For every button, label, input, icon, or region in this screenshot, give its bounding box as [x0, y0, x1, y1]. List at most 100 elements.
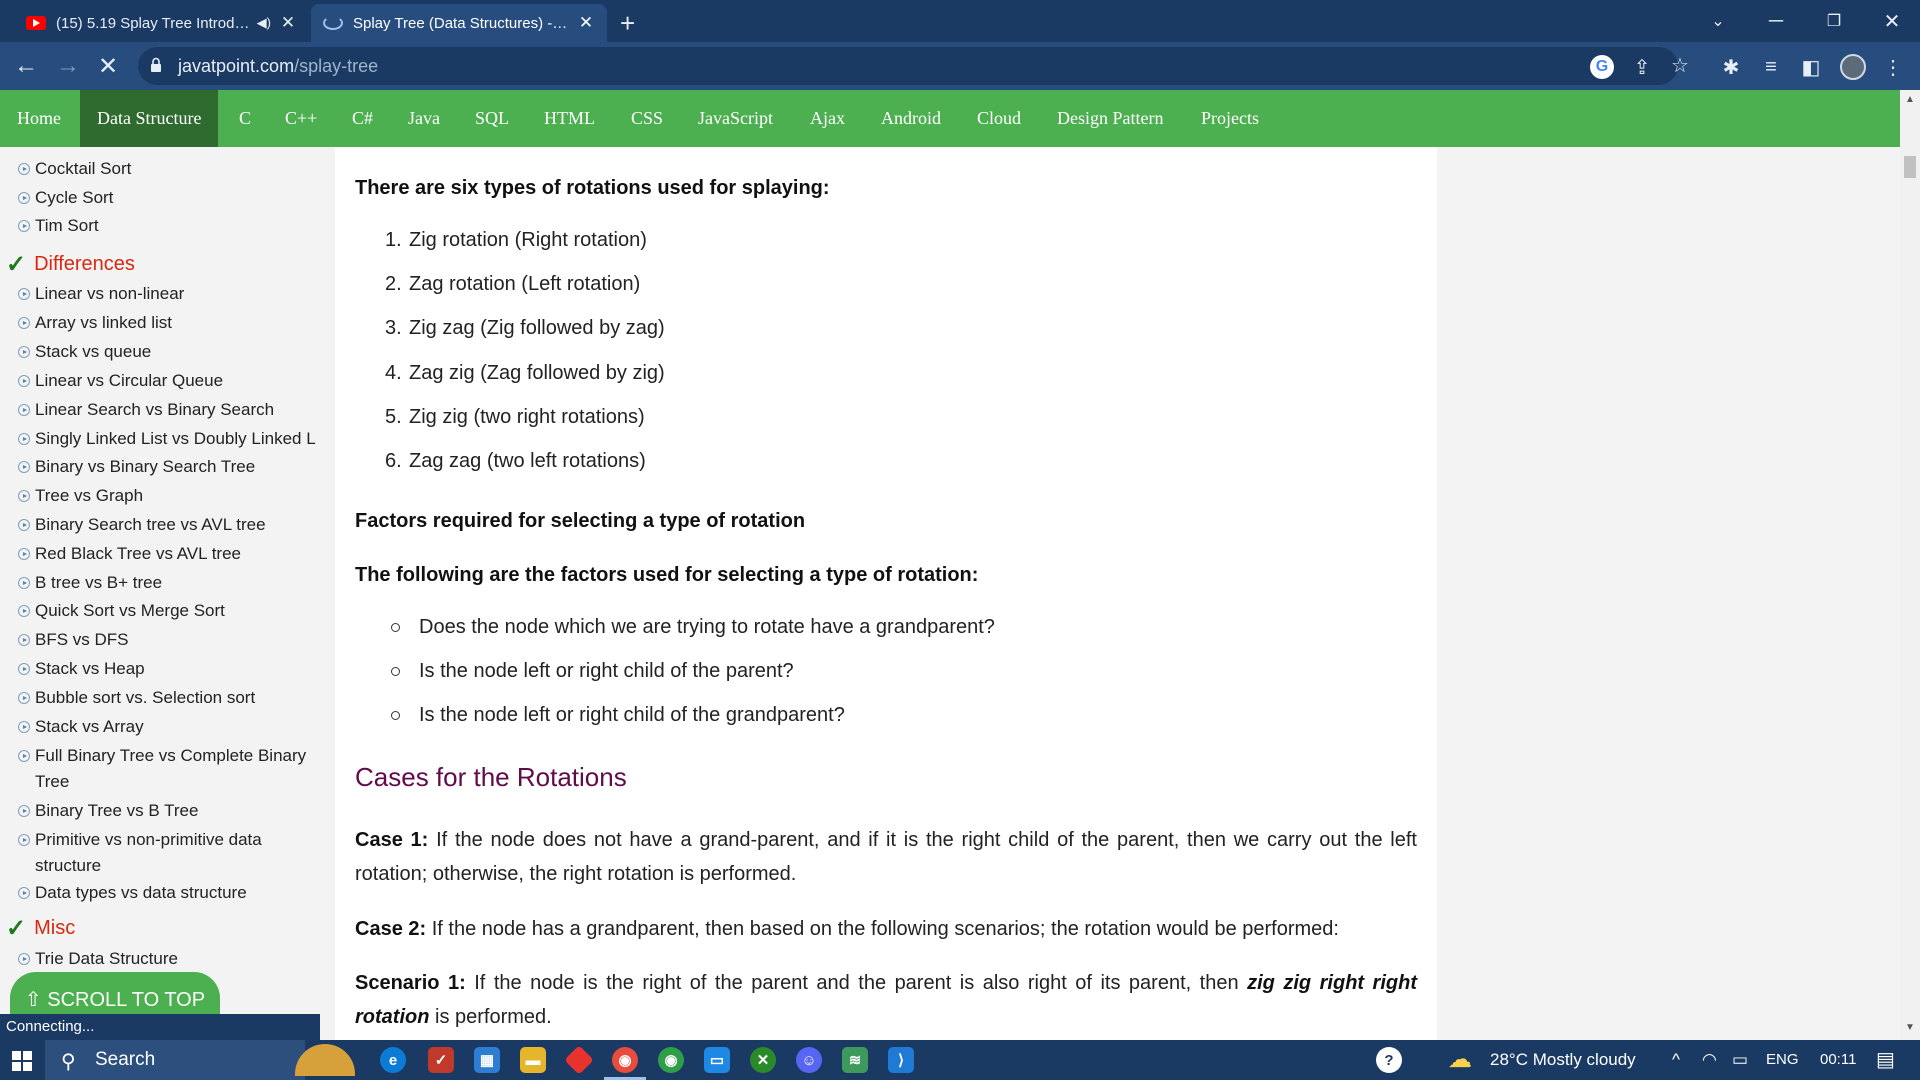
vscode-icon[interactable]: ⟩ — [888, 1047, 914, 1073]
taskbar-search-box[interactable]: ⚲ Search — [45, 1040, 355, 1080]
scroll-down-icon[interactable]: ▼ — [1905, 1022, 1915, 1033]
nav-java[interactable]: Java — [391, 90, 457, 147]
arrow-circle-icon — [18, 519, 30, 531]
tab-javatpoint[interactable]: Splay Tree (Data Structures) - javatpoin… — [311, 4, 607, 42]
bookmark-star-icon[interactable]: ☆ — [1668, 53, 1692, 77]
sidebar-link[interactable]: Linear vs non-linear — [18, 281, 335, 307]
sidebar-link[interactable]: Tree vs Graph — [18, 483, 335, 509]
close-tab-icon[interactable]: ✕ — [279, 13, 297, 33]
tab-youtube[interactable]: (15) 5.19 Splay Tree Introducti ◀) ✕ — [14, 4, 309, 42]
sidebar-link[interactable]: Red Black Tree vs AVL tree — [18, 541, 335, 567]
sidebar-link[interactable]: Data types vs data structure — [18, 880, 335, 906]
wifi-icon[interactable]: ◠ — [1702, 1040, 1717, 1080]
nav-css[interactable]: CSS — [614, 90, 680, 147]
sidebar-link[interactable]: Full Binary Tree vs Complete Binary Tree — [18, 743, 335, 795]
sidebar-link[interactable]: B tree vs B+ tree — [18, 570, 335, 596]
sidebar-link[interactable]: Binary Tree vs B Tree — [18, 798, 335, 824]
nav-android[interactable]: Android — [864, 90, 958, 147]
stop-loading-icon[interactable]: ✕ — [90, 48, 126, 84]
extensions-icon[interactable]: ✱ — [1718, 54, 1744, 80]
sidebar-link[interactable]: Binary Search tree vs AVL tree — [18, 512, 335, 538]
sidebar-link[interactable]: Binary vs Binary Search Tree — [18, 454, 335, 480]
app-icon-red[interactable]: ✓ — [428, 1047, 454, 1073]
rotation-list-item: 4. Zag zig (Zag followed by zig) — [385, 362, 665, 384]
sidebar-link[interactable]: Singly Linked List vs Doubly Linked L — [18, 426, 335, 452]
tray-overflow-icon[interactable]: ^ — [1672, 1040, 1680, 1080]
speaker-icon[interactable]: ◀) — [257, 15, 271, 31]
arrow-circle-icon — [18, 317, 30, 329]
sidebar-link[interactable]: Trie Data Structure — [18, 946, 335, 972]
clock[interactable]: 00:11 — [1820, 1040, 1856, 1080]
new-tab-button[interactable]: + — [620, 8, 635, 39]
sidebar-link[interactable]: Cycle Sort — [18, 185, 335, 211]
nav-design-pattern[interactable]: Design Pattern — [1040, 90, 1180, 147]
git-icon[interactable] — [564, 1045, 594, 1075]
checkmark-icon: ✓ — [6, 915, 27, 942]
restore-button[interactable]: ❐ — [1806, 0, 1862, 42]
weather-icon[interactable]: ☁ — [1448, 1040, 1472, 1080]
stack-app-icon[interactable]: ≋ — [842, 1047, 868, 1073]
nav-cloud[interactable]: Cloud — [960, 90, 1038, 147]
sidebar-link[interactable]: Array vs linked list — [18, 310, 335, 336]
language-indicator[interactable]: ENG — [1766, 1040, 1799, 1080]
article-content: There are six types of rotations used fo… — [335, 147, 1437, 1040]
nav-cpp[interactable]: C++ — [268, 90, 334, 147]
back-icon[interactable]: ← — [8, 48, 44, 84]
chrome-icon[interactable]: ◉ — [604, 1047, 646, 1080]
forward-icon[interactable]: → — [50, 48, 86, 84]
close-tab-icon[interactable]: ✕ — [577, 13, 595, 33]
sidebar-link[interactable]: Stack vs Array — [18, 714, 335, 740]
scrollbar-thumb[interactable] — [1904, 156, 1916, 178]
sidebar-link[interactable]: Cocktail Sort — [18, 156, 335, 182]
sidebar-link[interactable]: Bubble sort vs. Selection sort — [18, 685, 335, 711]
store-icon[interactable]: ▦ — [474, 1047, 500, 1073]
sidebar-link[interactable]: Primitive vs non-primitive data structur… — [18, 827, 335, 879]
sidebar-link[interactable]: Tim Sort — [18, 213, 335, 239]
nav-sql[interactable]: SQL — [458, 90, 526, 147]
arrow-circle-icon — [18, 163, 30, 175]
close-window-button[interactable]: ✕ — [1864, 0, 1920, 42]
menu-kebab-icon[interactable]: ⋮ — [1880, 54, 1906, 80]
tab-title: (15) 5.19 Splay Tree Introducti — [56, 14, 253, 32]
sidebar-link[interactable]: Stack vs queue — [18, 339, 335, 365]
notification-icon[interactable]: ▤ — [1876, 1040, 1895, 1080]
url-text[interactable]: javatpoint.com/splay-tree — [178, 56, 378, 77]
sidebar-link[interactable]: Linear Search vs Binary Search — [18, 397, 335, 423]
page-scrollbar[interactable]: ▲ ▼ — [1900, 90, 1920, 1040]
youtube-icon — [26, 16, 46, 30]
nav-html[interactable]: HTML — [527, 90, 612, 147]
scroll-up-icon[interactable]: ▲ — [1905, 94, 1915, 105]
remote-desktop-icon[interactable]: ▭ — [704, 1047, 730, 1073]
xbox-icon[interactable]: ✕ — [750, 1047, 776, 1073]
share-icon[interactable]: ⇪ — [1630, 55, 1654, 79]
file-explorer-icon[interactable]: ▬ — [520, 1047, 546, 1073]
windows-start-icon[interactable] — [12, 1051, 32, 1071]
battery-icon[interactable]: ▭ — [1732, 1040, 1748, 1080]
sidebar-link[interactable]: Stack vs Heap — [18, 656, 335, 682]
help-icon[interactable]: ? — [1376, 1047, 1402, 1073]
nav-csharp[interactable]: C# — [335, 90, 390, 147]
side-panel-icon[interactable]: ◧ — [1798, 54, 1824, 80]
tab-search-icon[interactable]: ⌄ — [1690, 0, 1746, 42]
edge-icon[interactable]: e — [380, 1047, 406, 1073]
sidebar-link[interactable]: Quick Sort vs Merge Sort — [18, 598, 335, 624]
nav-projects[interactable]: Projects — [1184, 90, 1276, 147]
weather-text[interactable]: 28°C Mostly cloudy — [1490, 1040, 1636, 1080]
media-control-icon[interactable]: ≡ — [1758, 54, 1784, 80]
address-bar[interactable]: javatpoint.com/splay-tree G ⇪ ☆ — [138, 47, 1689, 85]
minimize-button[interactable]: ─ — [1748, 0, 1804, 42]
discord-icon[interactable]: ☺ — [796, 1047, 822, 1073]
profile-avatar[interactable] — [1840, 54, 1866, 80]
nav-c[interactable]: C — [222, 90, 268, 147]
nav-javascript[interactable]: JavaScript — [681, 90, 790, 147]
nav-home[interactable]: Home — [0, 90, 78, 147]
sidebar-link[interactable]: Linear vs Circular Queue — [18, 368, 335, 394]
chrome-alt-icon[interactable]: ◉ — [658, 1047, 684, 1073]
arrow-circle-icon — [18, 605, 30, 617]
intro-text: There are six types of rotations used fo… — [355, 177, 830, 199]
nav-data-structure[interactable]: Data Structure — [80, 90, 219, 147]
loading-spinner-icon — [323, 16, 343, 30]
google-lens-icon[interactable]: G — [1590, 55, 1614, 79]
sidebar-link[interactable]: BFS vs DFS — [18, 627, 335, 653]
nav-ajax[interactable]: Ajax — [793, 90, 862, 147]
